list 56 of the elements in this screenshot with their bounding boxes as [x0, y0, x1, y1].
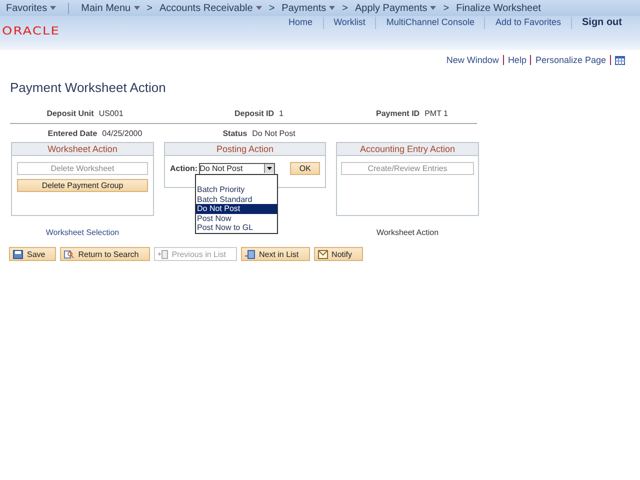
toolbar-button[interactable]: Return to Search: [60, 247, 150, 261]
header-link[interactable]: Home: [278, 17, 323, 29]
nav-link[interactable]: Worksheet Selection: [11, 228, 154, 237]
field-value: 1: [279, 109, 284, 118]
logo: ORACLE: [2, 26, 60, 38]
page-link[interactable]: Personalize Page: [535, 55, 606, 65]
page-title: Payment Worksheet Action: [10, 80, 167, 95]
panel-title: Worksheet Action: [12, 143, 153, 156]
breadcrumb-link[interactable]: Apply Payments: [348, 2, 442, 14]
field-value: Do Not Post: [252, 129, 296, 138]
breadcrumb-separator: >: [341, 2, 349, 14]
panel-title: Accounting Entry Action: [337, 143, 478, 156]
breadcrumb-link[interactable]: Favorites: [0, 2, 70, 14]
field-value: 04/25/2000: [102, 129, 142, 138]
floppy-icon: [13, 250, 23, 258]
field-value: US001: [98, 109, 124, 118]
dropdown-arrow-icon: [264, 164, 274, 173]
envelope-icon: [318, 250, 328, 258]
page-link[interactable]: New Window: [446, 55, 499, 65]
caret-icon: [134, 6, 140, 10]
field-label: Payment ID: [376, 109, 420, 118]
page-icon: [244, 250, 255, 258]
action-button[interactable]: Delete Payment Group: [17, 179, 148, 192]
breadcrumb-separator: >: [146, 2, 154, 14]
header-link[interactable]: Add to Favorites: [484, 17, 571, 29]
action-dropdown[interactable]: Do Not Post: [198, 162, 276, 174]
grid-icon[interactable]: [615, 56, 625, 64]
toolbar-button[interactable]: Next in List: [240, 247, 310, 261]
field-value: PMT 1: [424, 109, 448, 118]
current-page-label: Worksheet Action: [375, 228, 440, 237]
action-label: Action:: [170, 164, 198, 173]
ok-button[interactable]: OK: [290, 162, 320, 175]
caret-icon: [329, 6, 336, 10]
header-link[interactable]: MultiChannel Console: [375, 17, 484, 29]
field-label: Entered Date: [48, 129, 98, 138]
field-label: Deposit Unit: [46, 109, 94, 118]
header-link[interactable]: Sign out: [571, 17, 632, 29]
caret-icon: [430, 6, 436, 10]
page-link[interactable]: Help: [508, 55, 526, 65]
breadcrumb-separator: >: [268, 2, 276, 14]
breadcrumb-link[interactable]: Main Menu: [75, 2, 146, 14]
field-label: Deposit ID: [234, 109, 274, 118]
caret-icon: [50, 6, 56, 10]
page-icon: [158, 250, 168, 258]
breadcrumb-separator: >: [442, 2, 450, 14]
toolbar-button[interactable]: Notify: [314, 247, 363, 261]
dropdown-option[interactable]: Do Not Post: [196, 204, 277, 214]
breadcrumb-link[interactable]: Payments: [276, 2, 342, 14]
toolbar-button[interactable]: Save: [9, 247, 56, 261]
breadcrumb-link[interactable]: Finalize Worksheet: [450, 2, 547, 14]
breadcrumb-link[interactable]: Accounts Receivable: [153, 2, 268, 14]
field-label: Status: [222, 129, 248, 138]
caret-icon: [256, 6, 262, 10]
header-link[interactable]: Worklist: [322, 17, 376, 29]
panel-title: Posting Action: [165, 143, 325, 156]
search-icon: [64, 250, 74, 258]
